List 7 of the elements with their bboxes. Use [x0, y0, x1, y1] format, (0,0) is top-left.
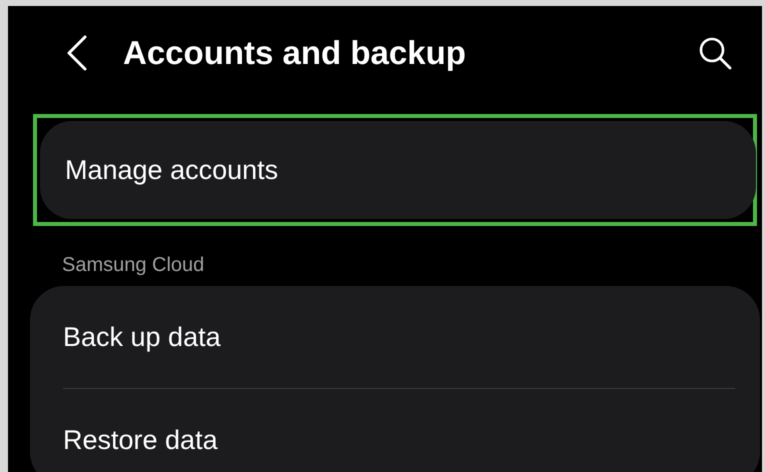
- search-icon[interactable]: [698, 36, 732, 70]
- manage-accounts-item[interactable]: Manage accounts: [40, 121, 756, 219]
- section-header: Samsung Cloud: [61, 253, 206, 278]
- settings-item[interactable]: Back up data: [63, 286, 735, 388]
- page-title: Accounts and backup: [123, 34, 467, 72]
- settings-item[interactable]: Restore data: [63, 389, 735, 472]
- back-icon[interactable]: [66, 35, 88, 71]
